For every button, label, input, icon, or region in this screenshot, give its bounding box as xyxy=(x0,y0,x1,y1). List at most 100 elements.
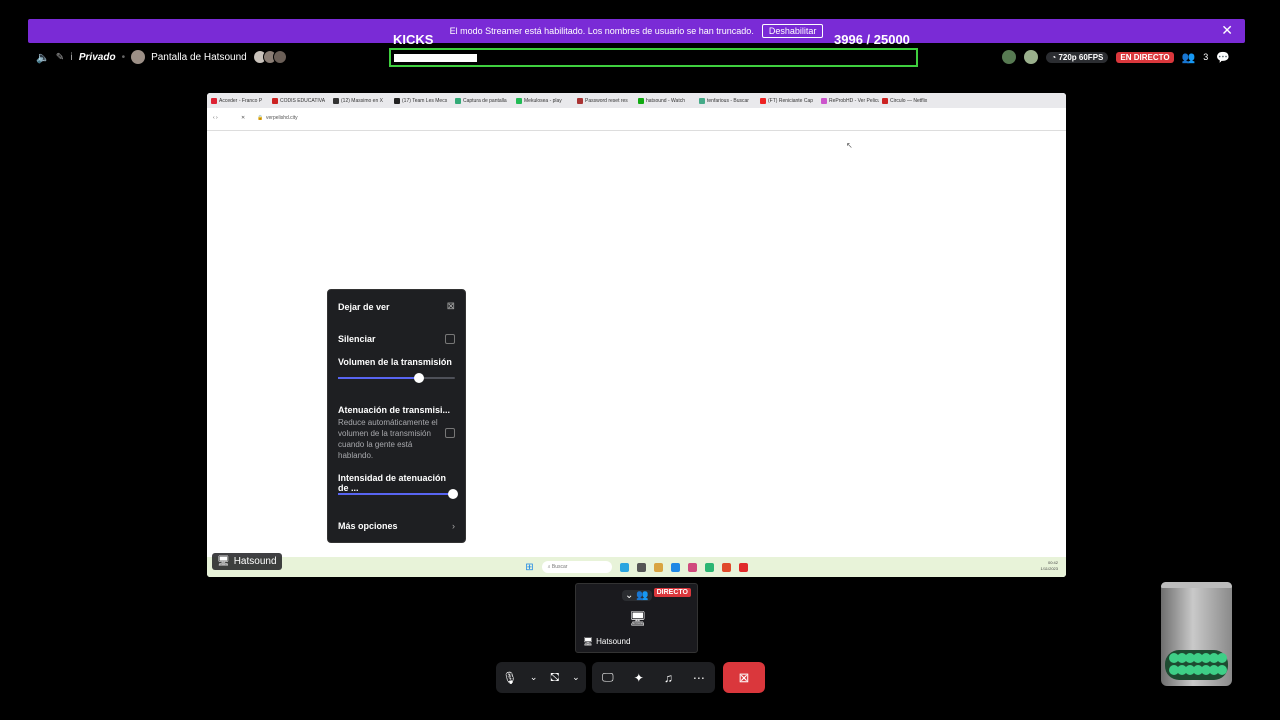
taskbar-app-icon xyxy=(687,562,697,572)
participant-tile[interactable]: DIRECTO ⌄ 👥 🖥 🖥 Hatsound xyxy=(575,583,698,653)
windows-start-icon: ⊞ xyxy=(525,561,534,573)
chat-icon[interactable]: 💬 xyxy=(1216,51,1230,64)
taskbar-search-text: Buscar xyxy=(551,564,568,570)
activities-icon[interactable]: ✦ xyxy=(634,671,644,685)
stop-watching-item[interactable]: Dejar de ver ⊠ xyxy=(338,301,455,312)
taskbar-app-icon xyxy=(670,562,680,572)
collapse-participants-icon[interactable]: ⌄ 👥 xyxy=(622,590,652,601)
tab-favicon-icon xyxy=(577,97,583,104)
stop-stream-icon: ⊠ xyxy=(446,301,455,312)
kicks-label: KICKS xyxy=(393,32,434,47)
chevron-right-icon: › xyxy=(452,521,455,531)
browser-tab-label: Acceder ◦ Franco P xyxy=(219,97,263,104)
tab-favicon-icon xyxy=(455,97,461,104)
viewers-icon[interactable]: 👥 xyxy=(1182,51,1196,64)
attenuation-title: Atenuación de transmisi... xyxy=(338,405,451,415)
chevron-down-icon[interactable]: ⌄ xyxy=(530,672,538,683)
browser-tab: hatsound - Watch xyxy=(638,97,696,104)
intensity-slider[interactable] xyxy=(338,489,458,499)
attenuation-checkbox[interactable] xyxy=(445,428,455,438)
taskbar-app-icon xyxy=(636,562,646,572)
live-badge: EN DIRECTO xyxy=(1116,51,1174,63)
disable-streamer-mode-button[interactable]: Deshabilitar xyxy=(761,24,824,38)
channel-privacy: Privado xyxy=(78,51,116,63)
intensity-label-row: Intensidad de atenuación de ... xyxy=(338,473,455,493)
browser-tab: (17) Team Les Mecs xyxy=(394,97,452,104)
taskbar-app-icon xyxy=(721,562,731,572)
windows-taskbar: ⊞ ⌕ Buscar 00:42 1/11/2023 xyxy=(207,557,1066,577)
tile-live-badge: DIRECTO xyxy=(653,588,691,597)
call-header-right: ◔ 720p 60FPS EN DIRECTO 👥 3 💬 xyxy=(1002,50,1230,64)
more-options-item[interactable]: Más opciones › xyxy=(338,521,455,531)
microphone-icon[interactable]: 🎙 xyxy=(502,671,517,685)
taskbar-clock: 00:42 1/11/2023 xyxy=(1041,560,1059,572)
screen-share-icon[interactable]: 🖵 xyxy=(602,670,614,685)
intensity-label: Intensidad de atenuación de ... xyxy=(338,473,447,493)
back-icon: ‹ › xyxy=(213,115,218,121)
volume-label-row: Volumen de la transmisión xyxy=(338,357,455,367)
stream-name-tag: 🖥 Hatsound xyxy=(212,553,282,570)
separator-dot: • xyxy=(121,51,126,63)
viewer-avatar xyxy=(272,50,287,64)
end-call-button[interactable]: ⊠ xyxy=(723,662,765,693)
more-icon[interactable]: ⋯ xyxy=(693,671,705,685)
volume-label: Volumen de la transmisión xyxy=(338,357,452,367)
browser-tab: Password reset res xyxy=(577,97,635,104)
tab-favicon-icon xyxy=(211,97,217,104)
jar-coins xyxy=(1165,650,1228,680)
browser-tab-label: Captura de pantalla xyxy=(463,97,507,104)
mute-label: Silenciar xyxy=(338,334,376,344)
tip-jar xyxy=(1161,582,1232,686)
browser-tab: CODIS EDUCATIVA xyxy=(272,97,330,104)
kicks-counter: 3996 / 25000 xyxy=(834,32,910,47)
intensity-slider-fill xyxy=(338,493,453,495)
taskbar-app-icon xyxy=(738,562,748,572)
tab-favicon-icon xyxy=(394,97,400,104)
mute-item[interactable]: Silenciar xyxy=(338,334,455,344)
tab-favicon-icon xyxy=(760,97,766,104)
intensity-slider-handle[interactable] xyxy=(447,489,458,499)
viewer-count: 3 xyxy=(1203,52,1209,62)
browser-tab: ReProbHD - Ver Pelicula xyxy=(821,97,879,104)
coin xyxy=(1217,665,1227,675)
stream-quality-text: 720p 60FPS xyxy=(1058,52,1104,62)
call-header-left: 🔈 ✎ ⅰ Privado • Pantalla de Hatsound xyxy=(36,50,287,64)
stream-context-menu: Dejar de ver ⊠ Silenciar Volumen de la t… xyxy=(327,289,466,543)
browser-tab: Circulo — Netflix xyxy=(882,97,940,104)
speaker-muted-icon[interactable]: 🔈 xyxy=(36,51,50,64)
volume-slider[interactable] xyxy=(338,373,455,383)
streamer-mode-banner: El modo Streamer está habilitado. Los no… xyxy=(28,19,1245,43)
tab-favicon-icon xyxy=(638,97,644,104)
browser-tab-label: Password reset res xyxy=(585,97,628,104)
avatar[interactable] xyxy=(1024,50,1039,64)
soundboard-icon[interactable]: ♫ xyxy=(664,671,673,685)
lock-icon: 🔒 xyxy=(257,115,264,121)
tab-favicon-icon xyxy=(821,97,827,104)
stream-quality-badge: ◔ 720p 60FPS xyxy=(1046,51,1109,63)
kicks-progress-bar xyxy=(389,48,918,67)
screen-icon: 🖥 xyxy=(217,556,230,567)
taskbar-search: ⌕ Buscar xyxy=(541,561,612,573)
close-icon[interactable]: ✕ xyxy=(1221,23,1233,37)
volume-slider-handle[interactable] xyxy=(413,373,424,383)
attenuation-title-row: Atenuación de transmisi... xyxy=(338,405,455,415)
taskbar-app-icon xyxy=(704,562,714,572)
chevron-down-icon[interactable]: ⌄ xyxy=(572,672,580,683)
avatar xyxy=(131,50,146,64)
browser-tab-label: ReProbHD - Ver Pelicula xyxy=(829,97,879,104)
kicks-progress-fill xyxy=(394,54,478,62)
browser-tab: Mekulosea - play xyxy=(516,97,574,104)
browser-tab-label: Mekulosea - play xyxy=(524,97,562,104)
more-options-label: Más opciones xyxy=(338,521,398,531)
stream-user-name: Hatsound xyxy=(233,556,277,567)
avatar[interactable] xyxy=(1002,50,1017,64)
camera-off-icon[interactable]: ⛞ xyxy=(550,670,560,686)
mute-checkbox[interactable] xyxy=(445,334,455,344)
tab-favicon-icon xyxy=(699,97,705,104)
browser-tab: tenfarious - Buscar xyxy=(699,97,757,104)
browser-url: verpelishd.city xyxy=(266,115,298,121)
tile-user-name: Hatsound xyxy=(596,637,631,646)
volume-slider-fill xyxy=(338,377,419,379)
browser-tab-label: tenfarious - Buscar xyxy=(707,97,749,104)
stream-title: Pantalla de Hatsound xyxy=(151,51,247,63)
